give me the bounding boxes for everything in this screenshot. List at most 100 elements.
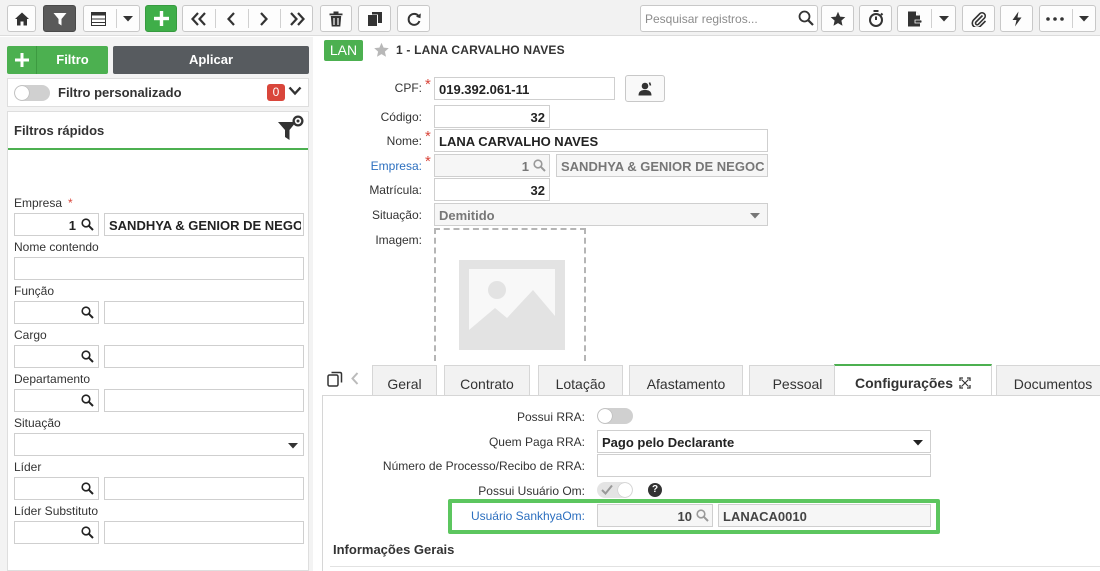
empresa-name-input[interactable]: SANDHYA & GENIOR DE NEGOCIOS [104, 213, 304, 236]
usuario-sankhya-link-label[interactable]: Usuário SankhyaOm: [340, 509, 585, 523]
lider-substituto-label: Líder Substituto [14, 504, 99, 518]
record-title: 1 - LANA CARVALHO NAVES [396, 43, 565, 57]
attach-button[interactable] [962, 5, 995, 32]
cpf-required-mark: * [425, 76, 431, 93]
departamento-name-input[interactable] [104, 389, 304, 412]
tab-configuracoes[interactable]: Configurações [834, 364, 992, 396]
empresa-code-field[interactable]: 1 [434, 154, 550, 177]
person-lookup-button[interactable] [625, 75, 665, 102]
quem-paga-rra-select[interactable]: Pago pelo Declarante [597, 430, 931, 453]
situacao-filter-label: Situação [14, 416, 61, 430]
search-icon[interactable] [81, 526, 94, 539]
duplicate-button[interactable] [358, 5, 391, 32]
filter-button[interactable] [43, 5, 76, 32]
tab-lotacao[interactable]: Lotação [538, 365, 623, 396]
favorite-button[interactable] [821, 5, 854, 32]
more-icon [1046, 17, 1064, 21]
report-button[interactable] [897, 5, 956, 32]
copy-icon[interactable] [327, 371, 343, 387]
cpf-input[interactable]: 019.392.061-11 [434, 77, 615, 100]
nome-required-mark: * [425, 128, 431, 145]
section-divider [330, 566, 1100, 567]
star-icon[interactable] [373, 42, 390, 58]
search-icon[interactable] [696, 509, 709, 522]
matricula-input[interactable]: 32 [434, 178, 550, 201]
refresh-button[interactable] [397, 5, 430, 32]
search-icon[interactable] [81, 350, 94, 363]
last-record-icon[interactable] [288, 12, 306, 26]
home-button[interactable] [7, 5, 36, 32]
tab-contrato[interactable]: Contrato [444, 365, 530, 396]
lider-substituto-code-input[interactable] [14, 521, 99, 544]
tab-pessoal[interactable]: Pessoal [749, 365, 846, 396]
funcao-name-input[interactable] [104, 301, 304, 324]
search-icon[interactable] [798, 10, 814, 26]
search-icon[interactable] [81, 218, 94, 231]
expand-icon[interactable] [959, 377, 971, 389]
chevron-down-icon[interactable] [123, 16, 133, 22]
tab-documentos[interactable]: Documentos [996, 365, 1100, 396]
search-icon[interactable] [81, 306, 94, 319]
lider-substituto-name-input[interactable] [104, 521, 304, 544]
timer-button[interactable] [859, 5, 892, 32]
numero-processo-input[interactable] [597, 454, 931, 477]
situacao-select[interactable] [14, 433, 304, 456]
empresa-code-input[interactable]: 1 [14, 213, 99, 236]
record-header: LAN 1 - LANA CARVALHO NAVES [320, 39, 1100, 62]
cargo-name-input[interactable] [104, 345, 304, 368]
home-icon [14, 12, 29, 25]
chevron-left-icon[interactable] [351, 372, 359, 385]
filter-settings-icon[interactable] [276, 115, 306, 145]
chevron-down-icon[interactable] [939, 16, 949, 22]
check-icon [601, 484, 613, 495]
usuario-sankhya-code-field[interactable]: 10 [597, 504, 713, 527]
search-icon[interactable] [533, 159, 546, 172]
funcao-code-input[interactable] [14, 301, 99, 324]
nome-input[interactable]: LANA CARVALHO NAVES [434, 129, 768, 152]
nome-contendo-input[interactable] [14, 257, 304, 280]
codigo-label: Código: [380, 110, 422, 124]
aplicar-button[interactable]: Aplicar [113, 46, 309, 74]
chevron-down-icon[interactable] [1079, 16, 1089, 22]
tabs-bar: Geral Contrato Lotação Afastamento Pesso… [320, 362, 1100, 396]
search-icon[interactable] [81, 482, 94, 495]
record-avatar-badge: LAN [324, 40, 363, 61]
quem-paga-rra-label: Quem Paga RRA: [488, 435, 585, 449]
tab-geral[interactable]: Geral [372, 365, 437, 396]
codigo-input[interactable]: 32 [434, 105, 550, 128]
tab-afastamento[interactable]: Afastamento [629, 365, 743, 396]
next-record-icon[interactable] [259, 12, 269, 26]
more-button[interactable] [1039, 5, 1096, 32]
filtros-rapidos-header: Filtros rápidos [8, 112, 308, 150]
person-icon [638, 81, 652, 95]
add-button[interactable] [145, 5, 177, 32]
delete-button[interactable] [320, 5, 352, 32]
filtro-personalizado-label: Filtro personalizado [58, 85, 182, 100]
departamento-code-input[interactable] [14, 389, 99, 412]
cargo-label: Cargo [14, 328, 47, 342]
chevron-down-icon[interactable] [288, 86, 302, 96]
paperclip-icon [970, 11, 986, 27]
help-icon[interactable]: ? [648, 483, 662, 497]
cpf-label: CPF: [394, 81, 422, 95]
filtro-button[interactable]: Filtro [7, 46, 108, 74]
chevron-down-icon [750, 213, 760, 219]
empresa-link-label[interactable]: Empresa: [330, 159, 422, 173]
first-record-icon[interactable] [190, 12, 208, 26]
filtro-personalizado-toggle[interactable] [14, 85, 50, 101]
possui-rra-toggle[interactable] [597, 408, 633, 424]
possui-usuario-om-toggle[interactable] [597, 482, 633, 498]
grid-view-button[interactable] [83, 5, 140, 32]
search-input[interactable] [641, 6, 791, 31]
lider-name-input[interactable] [104, 477, 304, 500]
previous-record-icon[interactable] [226, 12, 236, 26]
plus-icon [7, 46, 37, 74]
possui-rra-label: Possui RRA: [516, 410, 585, 424]
situacao-select[interactable]: Demitido [434, 203, 768, 226]
search-icon[interactable] [81, 394, 94, 407]
cargo-code-input[interactable] [14, 345, 99, 368]
image-upload-area[interactable] [434, 228, 586, 361]
nome-contendo-label: Nome contendo [14, 240, 99, 254]
actions-button[interactable] [1000, 5, 1033, 32]
lider-code-input[interactable] [14, 477, 99, 500]
